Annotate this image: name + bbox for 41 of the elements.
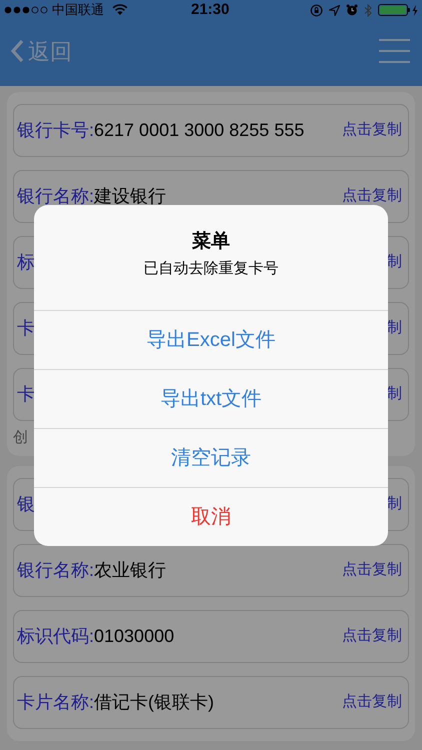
field-label: 卡 (17, 317, 35, 340)
field-value: 01030000 (94, 625, 174, 648)
chevron-left-icon (10, 39, 24, 63)
field-value: 借记卡(银联卡) (94, 691, 214, 714)
location-arrow-icon (329, 4, 340, 16)
clock-time: 21:30 (191, 0, 230, 20)
field-label: 卡 (17, 383, 35, 406)
field-label: 标识代码: (17, 625, 94, 648)
copy-link[interactable]: 点击复制 (342, 119, 402, 142)
dialog-action-button[interactable]: 导出txt文件 (34, 369, 388, 428)
copy-link[interactable]: 制 (387, 383, 402, 406)
dialog-message: 已自动去除重复卡号 (144, 259, 278, 279)
dialog-action-button[interactable]: 取消 (34, 487, 388, 546)
dialog-action-button[interactable]: 导出Excel文件 (34, 310, 388, 369)
field-label: 银行卡号: (17, 119, 94, 142)
dialog-action-button[interactable]: 清空记录 (34, 428, 388, 487)
copy-link[interactable]: 点击复制 (342, 625, 402, 648)
field-label: 银行名称: (17, 559, 94, 582)
created-time-text: 创 (13, 428, 28, 448)
copy-link[interactable]: 制 (387, 251, 402, 274)
dialog-title: 菜单 (192, 230, 230, 254)
copy-link[interactable]: 制 (387, 317, 402, 340)
field-label: 银 (17, 493, 35, 516)
copy-link[interactable]: 点击复制 (342, 559, 402, 582)
field-label: 银行名称: (17, 185, 94, 208)
field-value: 农业银行 (94, 559, 166, 582)
bluetooth-icon (364, 4, 372, 16)
field-value: 6217 0001 3000 8255 555 (94, 119, 304, 142)
wifi-icon (112, 4, 128, 16)
copy-link[interactable]: 点击复制 (342, 185, 402, 208)
copy-link[interactable]: 点击复制 (342, 691, 402, 714)
copy-link[interactable]: 制 (387, 493, 402, 516)
rotation-lock-icon (310, 4, 323, 16)
signal-icon (4, 6, 50, 14)
field-value: 建设银行 (94, 185, 166, 208)
field-label: 标 (17, 251, 35, 274)
battery-icon (378, 4, 418, 16)
alarm-icon (346, 4, 358, 16)
carrier-name: 中国联通 (52, 1, 104, 20)
field-label: 卡片名称: (17, 691, 94, 714)
menu-button[interactable] (379, 37, 410, 65)
